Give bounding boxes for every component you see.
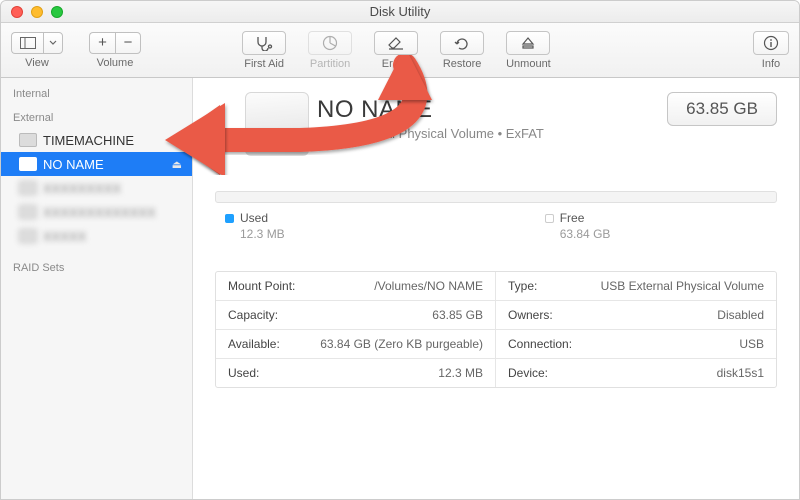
eject-icon[interactable]: ⏏ [172,158,182,171]
erase-label: Erase [382,58,411,70]
disk-icon [19,133,37,147]
volume-subtitle: USB External Physical Volume • ExFAT [317,126,544,141]
restore-button[interactable] [440,31,484,55]
stethoscope-icon [255,35,273,51]
disk-icon [19,229,37,243]
view-label: View [25,57,49,69]
sidebar: Internal External TIMEMACHINE ⏏ NO NAME … [1,78,193,499]
sidebar-layout-icon [20,37,36,49]
unmount-button[interactable] [506,31,550,55]
first-aid-label: First Aid [244,58,284,70]
titlebar: Disk Utility [1,1,799,23]
view-mode-dropdown[interactable] [43,32,63,54]
content-pane: NO NAME USB External Physical Volume • E… [193,78,799,499]
volume-name: NO NAME [317,96,544,124]
used-swatch-icon [225,214,234,223]
chevron-down-icon [49,40,57,46]
table-row: Available:63.84 GB (Zero KB purgeable) [216,330,496,359]
table-row: Device:disk15s1 [496,359,776,387]
info-label: Info [762,58,780,70]
erase-button[interactable] [374,31,418,55]
view-mode-button[interactable] [11,32,43,54]
disk-icon [19,205,37,219]
disk-icon [19,181,37,195]
details-table: Mount Point:/Volumes/NO NAME Type:USB Ex… [215,271,777,388]
eject-icon[interactable]: ⏏ [172,134,182,147]
window-title: Disk Utility [1,4,799,19]
sidebar-header-raid: RAID Sets [1,258,192,278]
remove-volume-button[interactable]: − [115,32,141,54]
table-row: Type:USB External Physical Volume [496,272,776,301]
info-button[interactable] [753,31,789,55]
usage-free: Free 63.84 GB [545,211,611,241]
table-row: Mount Point:/Volumes/NO NAME [216,272,496,301]
restore-label: Restore [443,58,482,70]
sidebar-item-label: TIMEMACHINE [43,133,134,148]
table-row: Connection:USB [496,330,776,359]
erase-icon [388,36,404,50]
restore-icon [454,36,470,50]
partition-label: Partition [310,58,350,70]
table-row: Owners:Disabled [496,301,776,330]
unmount-label: Unmount [506,58,551,70]
info-icon [763,35,779,51]
partition-button [308,31,352,55]
table-row: Capacity:63.85 GB [216,301,496,330]
sidebar-item-redacted[interactable]: XXXXX [1,224,192,248]
volume-icon [245,92,309,156]
add-volume-button[interactable]: + [89,32,115,54]
pie-icon [322,35,338,51]
usage-bar [215,191,777,203]
sidebar-header-internal: Internal [1,84,192,104]
sidebar-item-no-name[interactable]: NO NAME ⏏ [1,152,192,176]
sidebar-item-timemachine[interactable]: TIMEMACHINE ⏏ [1,128,192,152]
free-swatch-icon [545,214,554,223]
sidebar-item-redacted[interactable]: XXXXXXXXXXXXX [1,200,192,224]
eject-icon [521,36,535,50]
capacity-button[interactable]: 63.85 GB [667,92,777,126]
sidebar-item-redacted[interactable]: XXXXXXXXX [1,176,192,200]
sidebar-item-label: NO NAME [43,157,104,172]
disk-icon [19,157,37,171]
sidebar-header-external: External [1,108,192,128]
usage-used: Used 12.3 MB [225,211,285,241]
toolbar: View + − Volume First Aid Partition [1,23,799,78]
volume-label: Volume [97,57,134,69]
table-row: Used:12.3 MB [216,359,496,387]
first-aid-button[interactable] [242,31,286,55]
